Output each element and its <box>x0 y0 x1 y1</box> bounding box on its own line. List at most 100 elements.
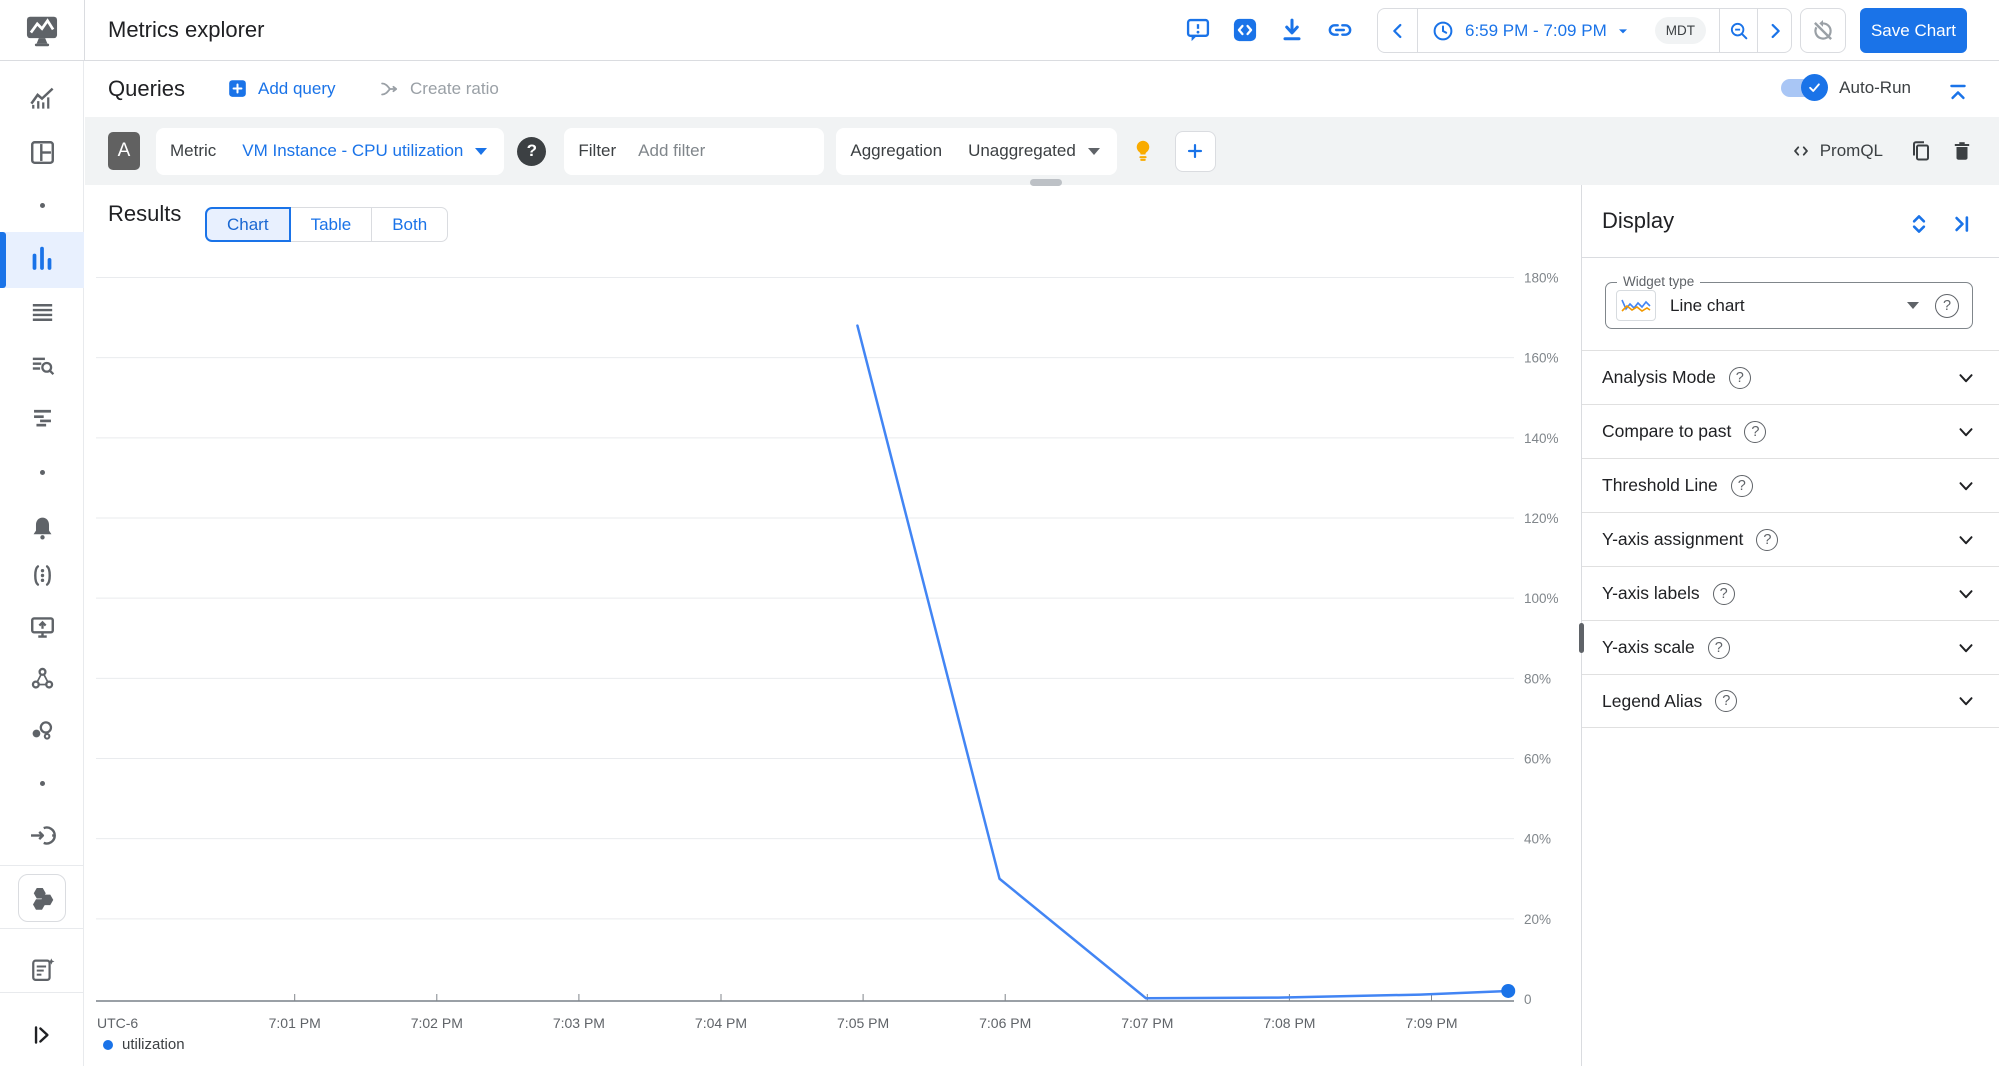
list-icon <box>32 303 52 321</box>
svg-text:20%: 20% <box>1524 912 1551 927</box>
help-icon[interactable]: ? <box>1707 636 1730 659</box>
svg-text:7:04 PM: 7:04 PM <box>695 1015 747 1031</box>
help-icon[interactable]: ? <box>1756 528 1779 551</box>
svg-text:160%: 160% <box>1524 351 1559 366</box>
feedback-icon[interactable] <box>1184 16 1212 44</box>
uptime-checks-icon <box>33 564 51 586</box>
sidebar-item-integrations[interactable] <box>0 706 84 754</box>
sidebar-item-dashboards[interactable] <box>0 128 84 176</box>
sidebar-item-data-ingest[interactable] <box>0 811 84 859</box>
collapse-panel-icon[interactable] <box>1949 211 1975 237</box>
sidebar-item-alerting[interactable] <box>0 504 84 552</box>
zoom-out-icon <box>1730 22 1747 39</box>
widget-type-label: Widget type <box>1617 274 1701 289</box>
auto-refresh-off-button[interactable] <box>1800 8 1846 53</box>
auto-refresh-off-icon <box>1814 19 1832 40</box>
expand-rail-button[interactable] <box>0 1011 84 1059</box>
display-panel-title: Display <box>1602 208 1675 233</box>
svg-text:80%: 80% <box>1524 671 1551 686</box>
clock-icon <box>1433 21 1453 40</box>
section-y-axis-scale[interactable]: Y-axis scale ? <box>1582 620 1999 674</box>
svg-text:7:08 PM: 7:08 PM <box>1263 1015 1315 1031</box>
sidebar-item-more-3[interactable] <box>0 759 84 807</box>
rail-divider <box>0 865 84 866</box>
sidebar-item-services[interactable] <box>0 654 84 702</box>
code-api-icon[interactable] <box>1231 16 1259 44</box>
svg-text:60%: 60% <box>1524 752 1551 767</box>
section-threshold-line[interactable]: Threshold Line ? <box>1582 458 1999 512</box>
overflow-dot-icon <box>39 780 45 786</box>
hexagons-product-icon <box>18 874 66 922</box>
rail-divider <box>0 928 84 929</box>
help-icon[interactable]: ? <box>1728 366 1751 389</box>
svg-text:120%: 120% <box>1524 511 1559 526</box>
sidebar-item-vm-monitor[interactable] <box>0 603 84 651</box>
line-chart-thumbnail-icon <box>1616 290 1656 321</box>
widget-type-help-icon[interactable]: ? <box>1935 293 1959 318</box>
sidebar-item-uptime-checks[interactable] <box>0 551 84 599</box>
data-ingest-icon <box>30 825 56 845</box>
svg-text:0: 0 <box>1524 992 1532 1007</box>
chart-legend[interactable]: utilization <box>103 1036 185 1053</box>
svg-text:7:06 PM: 7:06 PM <box>979 1015 1031 1031</box>
series-color-dot <box>103 1039 113 1050</box>
link-icon[interactable] <box>1326 16 1354 44</box>
overflow-dot-icon <box>39 202 45 208</box>
page-title: Metrics explorer <box>108 17 265 42</box>
section-y-axis-assignment[interactable]: Y-axis assignment ? <box>1582 512 1999 566</box>
sidebar-item-more-1[interactable] <box>0 181 84 229</box>
sidebar-item-list[interactable] <box>0 288 84 336</box>
series-legend-label: utilization <box>122 1036 185 1053</box>
timezone-badge: MDT <box>1654 17 1706 44</box>
section-compare-to-past[interactable]: Compare to past ? <box>1582 404 1999 458</box>
sidebar-item-metrics-explorer[interactable] <box>0 234 84 282</box>
chevron-down-icon <box>1959 373 1973 382</box>
time-range-dropdown[interactable]: 6:59 PM - 7:09 PM MDT <box>1418 9 1720 52</box>
chevron-down-icon <box>1959 481 1973 490</box>
sidebar-item-more-2[interactable] <box>0 448 84 496</box>
integrations-icon <box>32 720 52 740</box>
time-range-value: 6:59 PM - 7:09 PM <box>1465 20 1607 40</box>
alerting-bell-icon <box>33 517 51 539</box>
sidebar-item-overview[interactable] <box>0 74 84 122</box>
metrics-explorer-bars-icon <box>32 246 52 270</box>
svg-text:7:02 PM: 7:02 PM <box>411 1015 463 1031</box>
dropdown-arrow-icon <box>1618 28 1627 33</box>
save-chart-button[interactable]: Save Chart <box>1860 8 1967 53</box>
row-resize-handle[interactable] <box>1030 179 1062 186</box>
overflow-dot-icon <box>39 469 45 475</box>
chevron-down-icon <box>1959 643 1973 652</box>
rail-divider <box>0 992 84 993</box>
section-analysis-mode[interactable]: Analysis Mode ? <box>1582 350 1999 404</box>
svg-text:100%: 100% <box>1524 591 1559 606</box>
sidebar-item-logs[interactable] <box>0 341 84 389</box>
left-nav-rail <box>0 61 84 1066</box>
unfold-sections-icon[interactable] <box>1906 211 1932 237</box>
svg-text:7:07 PM: 7:07 PM <box>1121 1015 1173 1031</box>
svg-text:180%: 180% <box>1524 271 1559 286</box>
svg-text:7:03 PM: 7:03 PM <box>553 1015 605 1031</box>
widget-type-select[interactable]: Widget type Line chart ? <box>1605 274 1973 329</box>
time-back-button[interactable] <box>1378 9 1418 52</box>
svg-text:7:05 PM: 7:05 PM <box>837 1015 889 1031</box>
widget-type-value: Line chart <box>1670 295 1745 315</box>
logs-search-icon <box>32 357 54 375</box>
help-icon[interactable]: ? <box>1744 420 1767 443</box>
section-y-axis-labels[interactable]: Y-axis labels ? <box>1582 566 1999 620</box>
release-notes-icon <box>32 958 55 982</box>
help-icon[interactable]: ? <box>1730 474 1753 497</box>
dashboards-icon <box>30 140 54 164</box>
panel-divider <box>1582 257 1999 258</box>
header-divider <box>84 0 85 61</box>
time-forward-button[interactable] <box>1758 9 1791 52</box>
display-sections: Analysis Mode ? Compare to past ? Thresh… <box>1582 350 1999 728</box>
app-header: Metrics explorer 6:59 PM - 7:09 PM MDT S… <box>0 0 1999 61</box>
download-icon[interactable] <box>1278 16 1306 44</box>
section-legend-alias[interactable]: Legend Alias ? <box>1582 674 1999 728</box>
help-icon[interactable]: ? <box>1712 582 1735 605</box>
help-icon[interactable]: ? <box>1715 690 1738 712</box>
sidebar-item-release-notes[interactable] <box>0 946 84 994</box>
sidebar-item-trace[interactable] <box>0 394 84 442</box>
time-zoom-out-button[interactable] <box>1720 9 1758 52</box>
sidebar-item-pinned-product[interactable] <box>0 874 84 922</box>
